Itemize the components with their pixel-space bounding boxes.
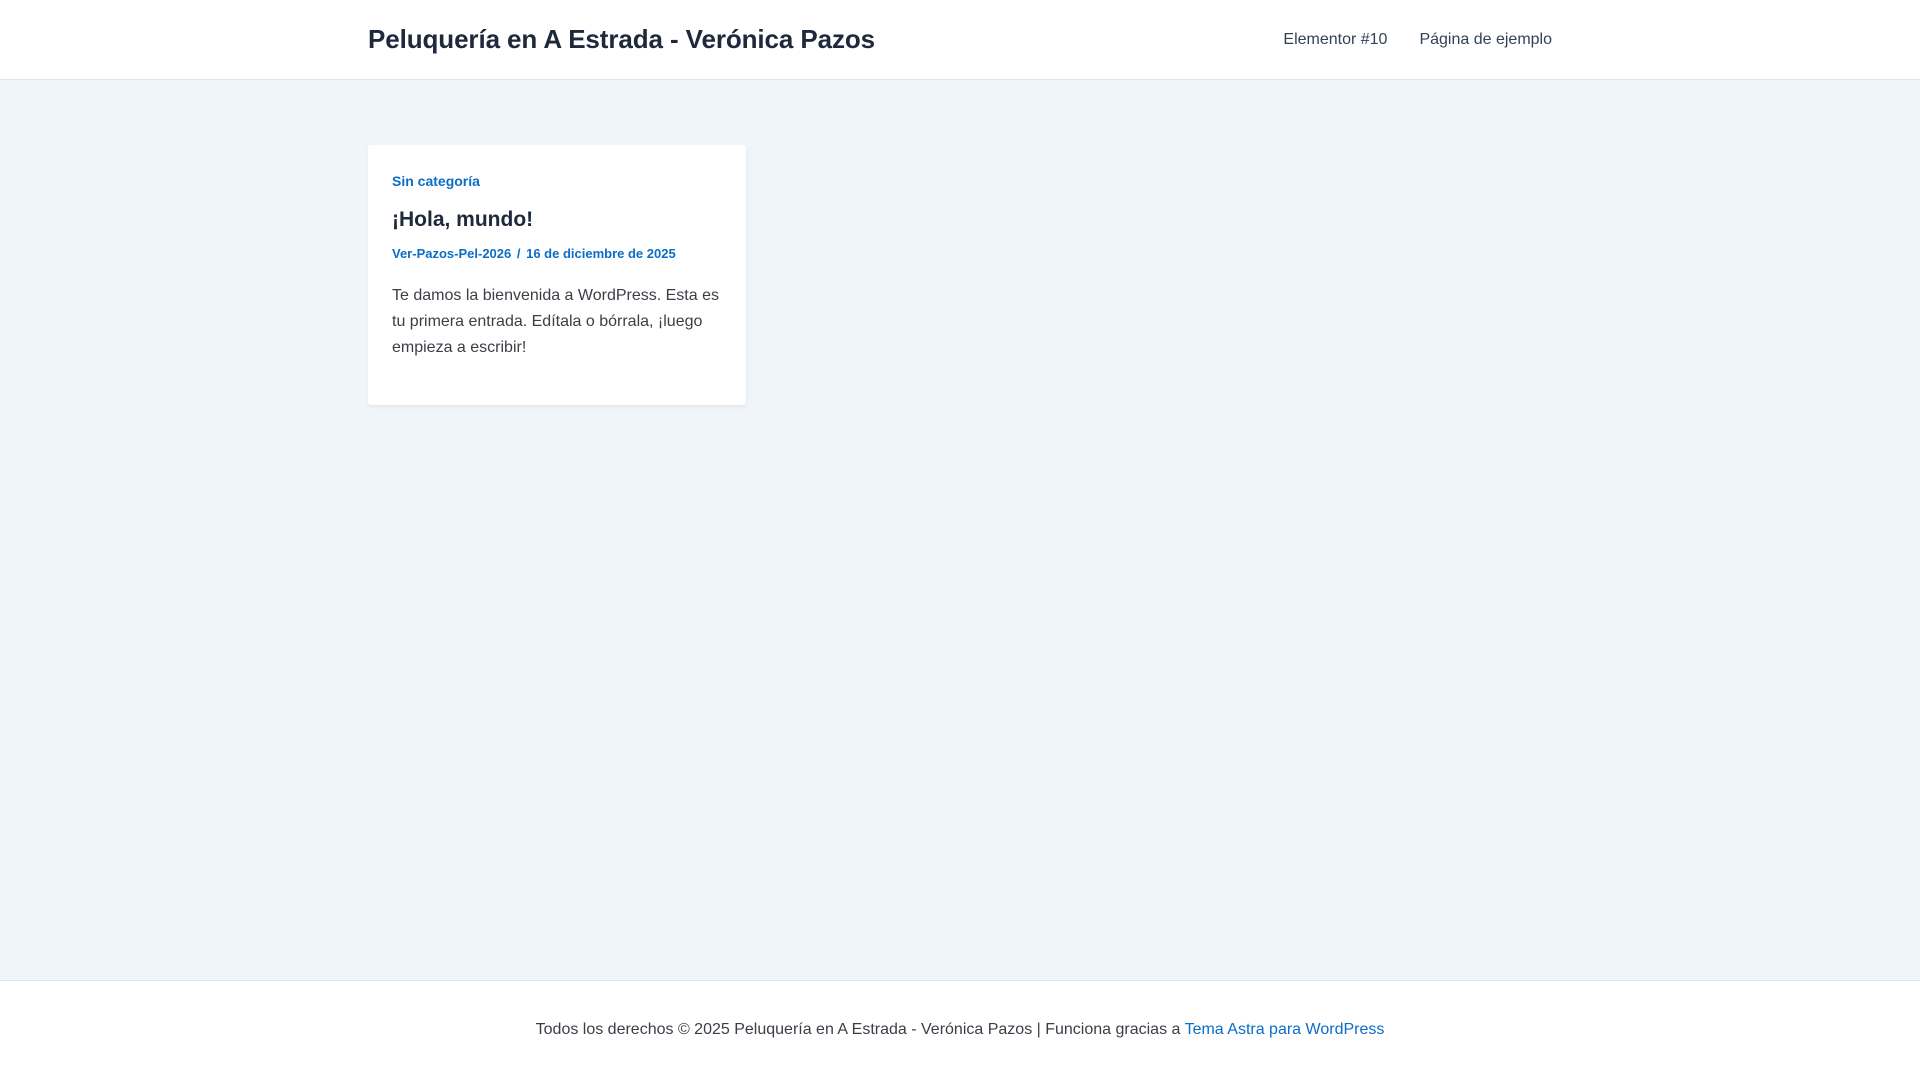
site-header: Peluquería en A Estrada - Verónica Pazos… xyxy=(0,0,1920,80)
site-footer: Todos los derechos © 2025 Peluquería en … xyxy=(0,980,1920,1080)
post-title: ¡Hola, mundo! xyxy=(392,207,722,232)
content-inner: Sin categoría ¡Hola, mundo! Ver-Pazos-Pe… xyxy=(368,80,1552,406)
main-content: Sin categoría ¡Hola, mundo! Ver-Pazos-Pe… xyxy=(0,80,1920,980)
header-inner: Peluquería en A Estrada - Verónica Pazos… xyxy=(368,0,1552,79)
post-date-link[interactable]: 16 de diciembre de 2025 xyxy=(526,246,676,261)
post-title-link[interactable]: ¡Hola, mundo! xyxy=(392,208,533,231)
nav-item-sample-page[interactable]: Página de ejemplo xyxy=(1419,31,1552,49)
post-meta: Ver-Pazos-Pel-2026 / 16 de diciembre de … xyxy=(392,246,722,261)
footer-copyright: Todos los derechos © 2025 Peluquería en … xyxy=(536,1021,1385,1039)
post-card: Sin categoría ¡Hola, mundo! Ver-Pazos-Pe… xyxy=(368,145,746,406)
post-category-link[interactable]: Sin categoría xyxy=(392,173,722,189)
footer-theme-link[interactable]: Tema Astra para WordPress xyxy=(1185,1021,1385,1038)
main-navigation: Elementor #10 Página de ejemplo xyxy=(1283,31,1552,49)
nav-item-elementor-10[interactable]: Elementor #10 xyxy=(1283,31,1387,49)
post-excerpt: Te damos la bienvenida a WordPress. Esta… xyxy=(392,287,719,357)
meta-separator: / xyxy=(516,246,521,262)
post-author-link[interactable]: Ver-Pazos-Pel-2026 xyxy=(392,246,511,261)
site-title-link[interactable]: Peluquería en A Estrada - Verónica Pazos xyxy=(368,24,875,55)
footer-copyright-text: Todos los derechos © 2025 Peluquería en … xyxy=(535,1021,1185,1038)
